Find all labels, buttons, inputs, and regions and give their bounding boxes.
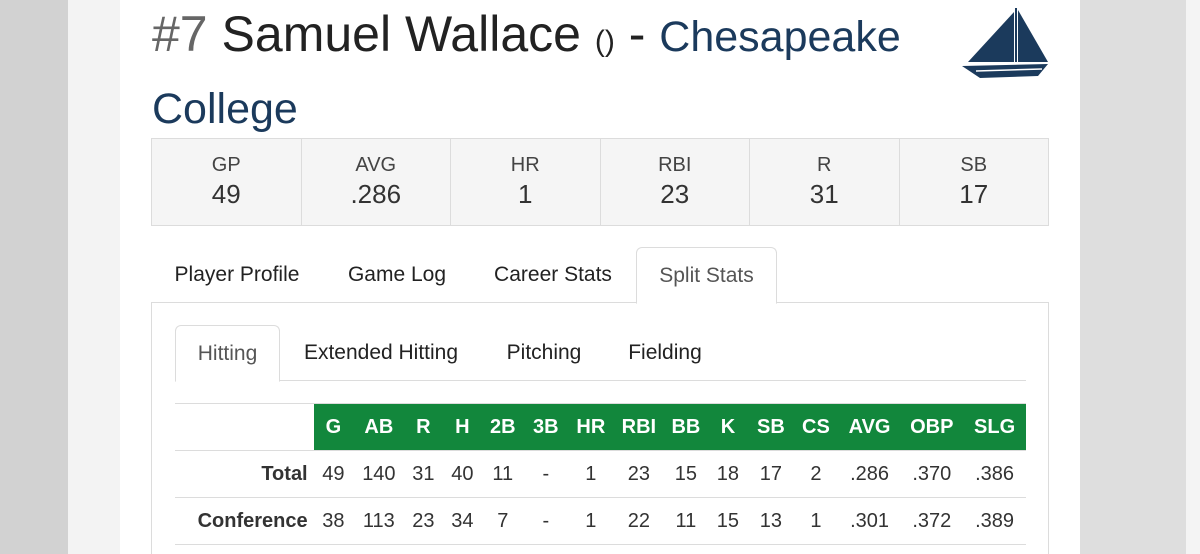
column-header[interactable]: K xyxy=(707,403,749,451)
table-cell: 23 xyxy=(412,509,435,532)
title-separator: - xyxy=(628,6,646,62)
table-cell: 15 xyxy=(674,462,698,485)
table-cell: - xyxy=(542,462,550,485)
header-blank xyxy=(175,403,314,451)
stat-label: SB xyxy=(960,154,988,176)
stat-r: R 31 xyxy=(750,139,900,225)
row-label: Total xyxy=(261,462,308,485)
stat-value: .286 xyxy=(350,179,402,209)
table-cell: 1 xyxy=(810,509,822,532)
tab-game-log[interactable]: Game Log xyxy=(323,247,471,303)
stat-label: R xyxy=(817,154,832,176)
table-cell: .301 xyxy=(850,509,890,532)
column-header[interactable]: SLG xyxy=(963,403,1026,451)
player-name: Samuel Wallace xyxy=(221,6,581,62)
table-cell: .386 xyxy=(975,462,1015,485)
table-cell: 13 xyxy=(759,509,783,532)
table-cell: 1 xyxy=(585,509,597,532)
table-cell: 40 xyxy=(451,462,474,485)
player-tabs: Player Profile Game Log Career Stats Spl… xyxy=(151,247,1049,304)
summary-stats-bar: GP 49 AVG .286 HR 1 RBI 23 R 31 SB 17 xyxy=(151,138,1049,226)
column-header[interactable]: H xyxy=(442,403,483,451)
table-cell: .286 xyxy=(850,462,890,485)
column-header[interactable]: 2B xyxy=(482,403,524,451)
table-cell: 23 xyxy=(627,462,651,485)
tab-split-stats[interactable]: Split Stats xyxy=(636,247,777,304)
player-position: () xyxy=(594,25,615,58)
stat-value: 49 xyxy=(211,179,241,209)
table-cell: - xyxy=(542,509,550,532)
stat-label: RBI xyxy=(658,154,692,176)
table-cell: 31 xyxy=(412,462,435,485)
table-cell: .372 xyxy=(912,509,952,532)
stat-sb: SB 17 xyxy=(900,139,1049,225)
table-cell: .370 xyxy=(912,462,952,485)
stat-label: GP xyxy=(211,154,241,176)
table-cell: 18 xyxy=(716,462,740,485)
column-header[interactable]: HR xyxy=(568,403,614,451)
table-row: Total 49 140 31 40 11 - 1 23 15 18 17 2 … xyxy=(175,450,1026,498)
table-cell: 34 xyxy=(451,509,474,532)
table-cell: 17 xyxy=(759,462,783,485)
column-header[interactable]: RBI xyxy=(613,403,665,451)
table-cell: 49 xyxy=(322,462,345,485)
column-header[interactable]: 3B xyxy=(523,403,569,451)
table-cell: 11 xyxy=(675,509,697,532)
stat-value: 1 xyxy=(518,179,533,209)
table-cell: 140 xyxy=(362,462,396,485)
jersey-number: #7 xyxy=(152,6,208,62)
table-cell: .389 xyxy=(975,509,1015,532)
table-row: Conference 38 113 23 34 7 - 1 22 11 15 1… xyxy=(175,497,1026,545)
split-stats-table: G AB R H 2B 3B HR RBI BB K SB CS AVG OBP… xyxy=(175,403,1026,545)
stat-value: 17 xyxy=(959,179,989,209)
table-cell: 1 xyxy=(585,462,597,485)
column-header[interactable]: R xyxy=(404,403,443,451)
table-cell: 2 xyxy=(810,462,822,485)
table-cell: 11 xyxy=(492,462,514,485)
subtab-fielding[interactable]: Fielding xyxy=(613,325,717,381)
stat-value: 31 xyxy=(809,179,839,209)
tab-player-profile[interactable]: Player Profile xyxy=(151,247,323,303)
split-subtabs: Hitting Extended Hitting Pitching Fieldi… xyxy=(175,325,1026,382)
table-cell: 22 xyxy=(627,509,651,532)
column-header[interactable]: OBP xyxy=(900,403,964,451)
column-header[interactable]: G xyxy=(313,403,354,451)
stat-value: 23 xyxy=(660,179,690,209)
stat-label: AVG xyxy=(355,154,397,176)
subtab-hitting[interactable]: Hitting xyxy=(175,325,280,382)
column-header[interactable]: CS xyxy=(793,403,839,451)
table-cell: 7 xyxy=(497,509,509,532)
table-cell: 113 xyxy=(362,509,395,532)
column-header[interactable]: AVG xyxy=(838,403,901,451)
stat-label: HR xyxy=(510,154,540,176)
page-background-right-edge xyxy=(1186,0,1200,554)
tab-career-stats[interactable]: Career Stats xyxy=(471,247,635,303)
column-header[interactable]: AB xyxy=(353,403,405,451)
stat-rbi: RBI 23 xyxy=(601,139,750,225)
table-cell: 15 xyxy=(716,509,740,532)
page-background-left xyxy=(0,0,68,554)
stat-avg: AVG .286 xyxy=(302,139,451,225)
row-label: Conference xyxy=(197,509,308,532)
column-header[interactable]: SB xyxy=(748,403,794,451)
table-header-row: G AB R H 2B 3B HR RBI BB K SB CS AVG OBP… xyxy=(175,403,1026,451)
column-header[interactable]: BB xyxy=(664,403,708,451)
subtab-extended-hitting[interactable]: Extended Hitting xyxy=(287,325,475,381)
sailboat-icon[interactable] xyxy=(958,4,1050,80)
stat-gp: GP 49 xyxy=(152,139,302,225)
page-background-right xyxy=(1080,0,1200,554)
page-title: #7 Samuel Wallace () - Chesapeake Colleg… xyxy=(152,2,912,141)
subtab-pitching[interactable]: Pitching xyxy=(485,325,603,381)
stat-hr: HR 1 xyxy=(451,139,601,225)
table-cell: 38 xyxy=(322,509,345,532)
